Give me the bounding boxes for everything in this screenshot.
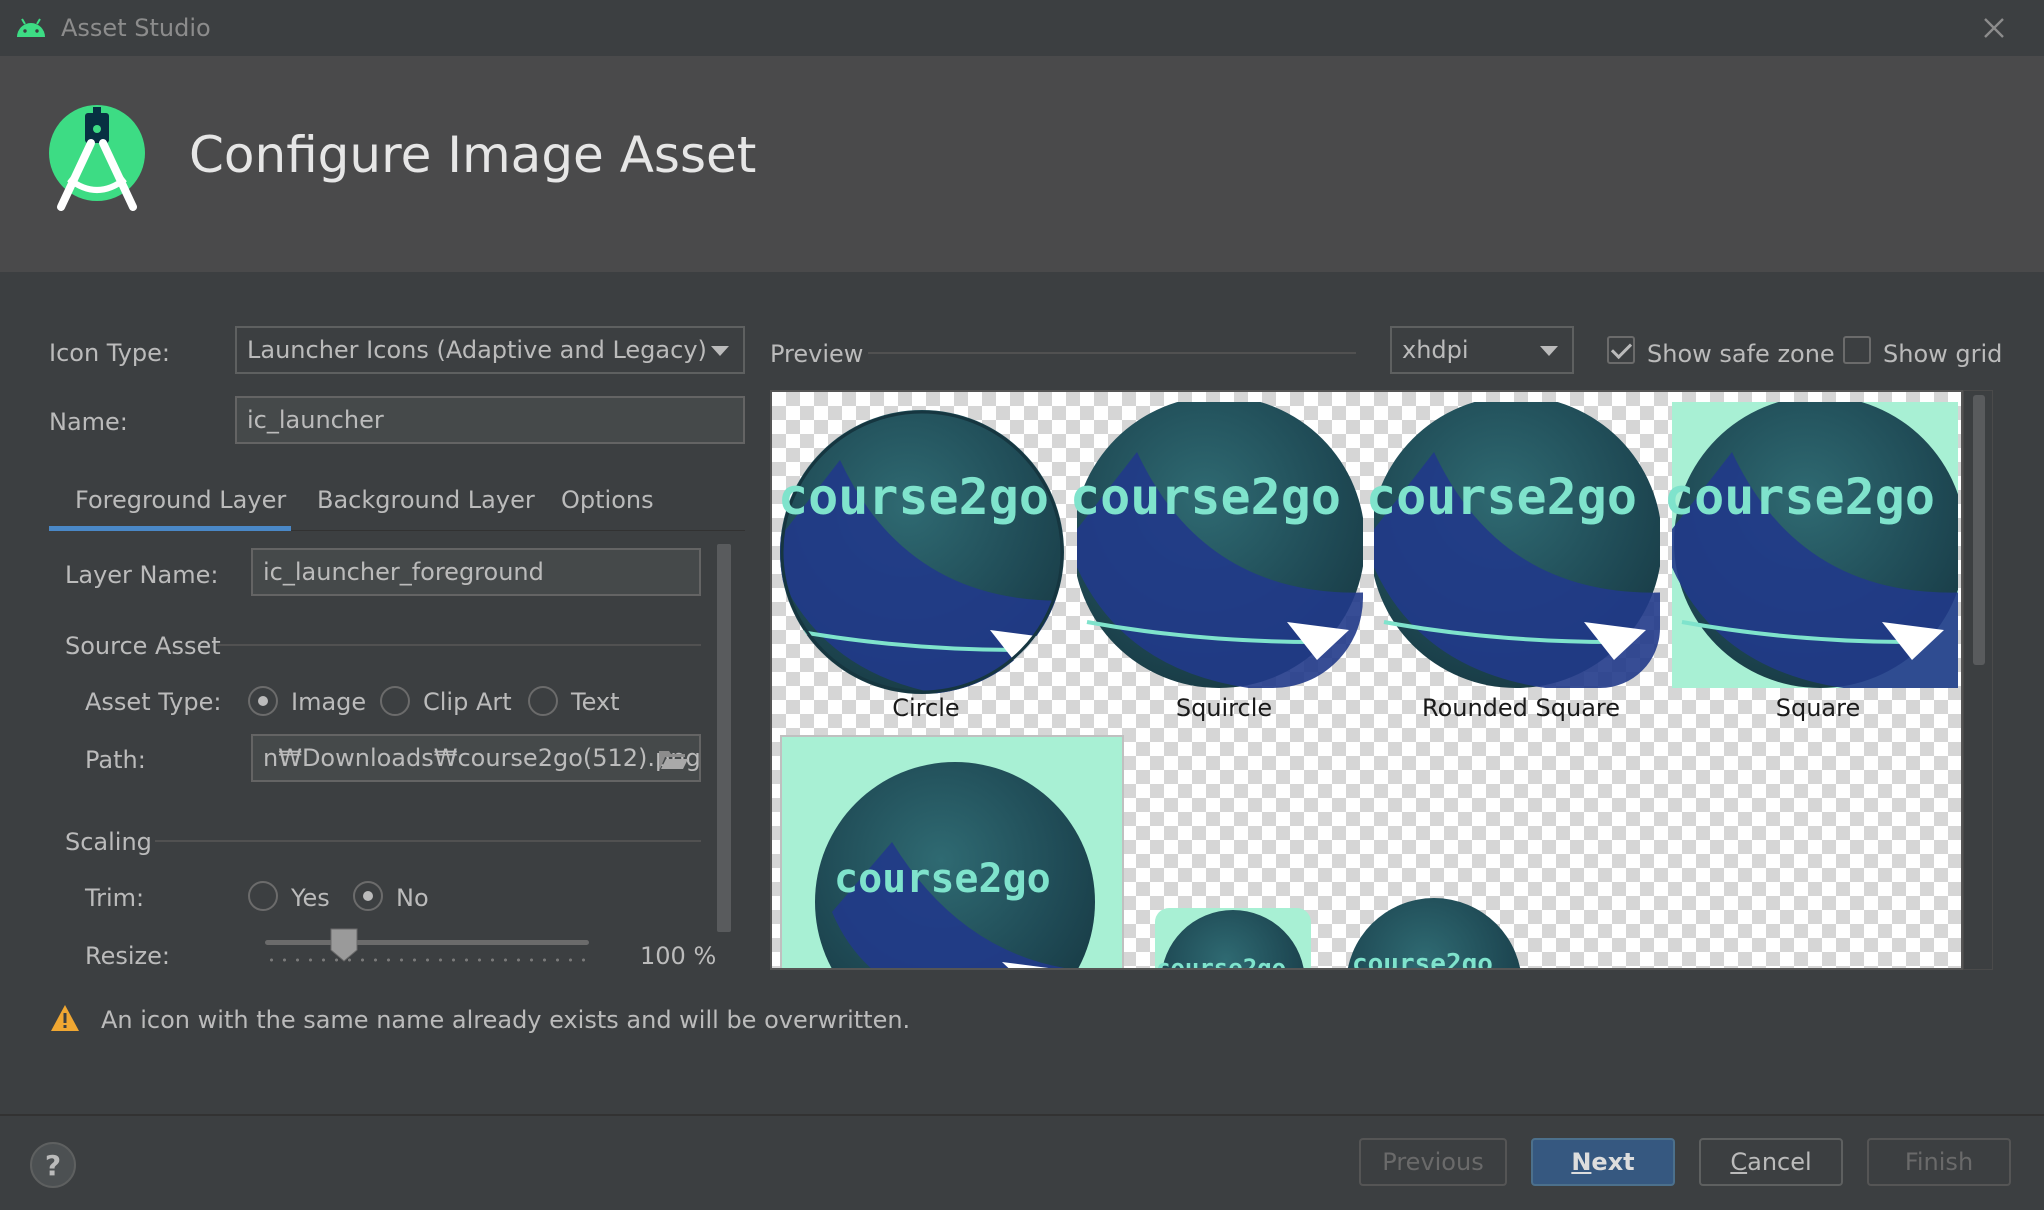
preview-scrollbar[interactable] bbox=[1963, 390, 1993, 970]
layer-panel-scrollbar[interactable] bbox=[717, 544, 731, 932]
cancel-mnemonic: C bbox=[1730, 1148, 1748, 1176]
rounded-square-icon-text: course2go bbox=[1366, 468, 1637, 526]
circle-icon-text: course2go bbox=[778, 468, 1049, 526]
asset-type-image-radio[interactable] bbox=[248, 686, 278, 716]
previous-button[interactable]: Previous bbox=[1359, 1138, 1507, 1186]
cancel-label-rest: ancel bbox=[1747, 1148, 1812, 1176]
name-value: ic_launcher bbox=[247, 406, 384, 434]
preview-separator bbox=[868, 352, 1356, 354]
source-asset-separator bbox=[217, 644, 701, 646]
warning-message: An icon with the same name already exist… bbox=[101, 1006, 911, 1034]
window-title: Asset Studio bbox=[61, 14, 211, 42]
preview-scrollbar-thumb[interactable] bbox=[1973, 395, 1985, 665]
cancel-button[interactable]: Cancel bbox=[1699, 1138, 1843, 1186]
next-button[interactable]: Next bbox=[1531, 1138, 1675, 1186]
title-bar: Asset Studio bbox=[0, 0, 2044, 56]
rounded-square-preview-icon bbox=[1374, 402, 1660, 688]
tab-foreground-layer[interactable]: Foreground Layer bbox=[75, 486, 286, 514]
icon-type-value: Launcher Icons (Adaptive and Legacy) bbox=[247, 336, 707, 364]
trim-no-label: No bbox=[396, 884, 429, 912]
android-icon bbox=[17, 18, 45, 37]
tab-selected-indicator bbox=[49, 526, 291, 531]
density-value: xhdpi bbox=[1402, 336, 1469, 364]
resize-slider-ticks bbox=[265, 958, 589, 962]
next-mnemonic: N bbox=[1571, 1148, 1592, 1176]
shape-label-squircle: Squircle bbox=[1175, 694, 1273, 722]
asset-type-text-radio[interactable] bbox=[528, 686, 558, 716]
preview-label: Preview bbox=[770, 340, 864, 368]
square-preview-icon bbox=[1672, 402, 1958, 688]
layer-name-value: ic_launcher_foreground bbox=[263, 558, 544, 586]
asset-type-text-label: Text bbox=[571, 688, 620, 716]
circle-preview-icon bbox=[780, 410, 1064, 694]
next-label-rest: ext bbox=[1591, 1148, 1635, 1176]
footer-divider bbox=[0, 1114, 2044, 1116]
trim-no-radio[interactable] bbox=[353, 881, 383, 911]
page-title: Configure Image Asset bbox=[189, 126, 757, 184]
shape-label-circle: Circle bbox=[892, 694, 960, 722]
path-field[interactable]: n₩Downloads₩course2go(512).png bbox=[251, 734, 701, 782]
show-safe-zone-checkbox[interactable] bbox=[1607, 336, 1635, 364]
legacy-preview-icon bbox=[780, 735, 1124, 968]
path-label: Path: bbox=[85, 746, 146, 774]
trim-yes-label: Yes bbox=[291, 884, 330, 912]
name-field[interactable]: ic_launcher bbox=[235, 396, 745, 444]
icon-type-label: Icon Type: bbox=[49, 339, 171, 367]
trim-yes-radio[interactable] bbox=[248, 881, 278, 911]
square-icon-text: course2go bbox=[1664, 468, 1935, 526]
asset-type-clip-art-label: Clip Art bbox=[423, 688, 512, 716]
wizard-header: Configure Image Asset bbox=[0, 56, 2044, 272]
chevron-down-icon bbox=[1540, 346, 1558, 356]
small-square-icon-text: course2go bbox=[1156, 954, 1286, 970]
chevron-down-icon bbox=[711, 346, 729, 356]
close-icon[interactable] bbox=[1980, 14, 2008, 42]
panel-clip bbox=[40, 966, 750, 996]
trim-label: Trim: bbox=[85, 884, 145, 912]
scaling-heading: Scaling bbox=[65, 828, 152, 856]
shape-label-rounded-square: Rounded Square bbox=[1421, 694, 1621, 722]
resize-slider-thumb[interactable] bbox=[330, 928, 358, 962]
resize-slider-track[interactable] bbox=[265, 940, 589, 945]
help-button[interactable]: ? bbox=[30, 1142, 76, 1188]
show-grid-checkbox[interactable] bbox=[1843, 336, 1871, 364]
warning-icon bbox=[51, 1005, 79, 1031]
squircle-icon-text: course2go bbox=[1070, 468, 1341, 526]
squircle-preview-icon bbox=[1077, 402, 1363, 688]
android-studio-logo-icon bbox=[49, 105, 145, 211]
layer-name-label: Layer Name: bbox=[65, 561, 219, 589]
layer-name-field[interactable]: ic_launcher_foreground bbox=[251, 548, 701, 596]
show-safe-zone-label: Show safe zone bbox=[1647, 340, 1835, 368]
preview-canvas: course2go course2go course2go course2go … bbox=[770, 390, 1963, 970]
icon-type-dropdown[interactable]: Launcher Icons (Adaptive and Legacy) bbox=[235, 326, 745, 374]
asset-type-image-label: Image bbox=[291, 688, 367, 716]
asset-type-clip-art-radio[interactable] bbox=[380, 686, 410, 716]
tab-options[interactable]: Options bbox=[561, 486, 654, 514]
name-label: Name: bbox=[49, 408, 128, 436]
scaling-separator bbox=[155, 840, 701, 842]
preview-icons: course2go course2go course2go course2go … bbox=[778, 402, 1958, 970]
legacy-icon-text: course2go bbox=[834, 856, 1051, 902]
shape-label-square: Square bbox=[1775, 694, 1861, 722]
tab-background-layer[interactable]: Background Layer bbox=[317, 486, 535, 514]
show-grid-label: Show grid bbox=[1883, 340, 2003, 368]
finish-button[interactable]: Finish bbox=[1867, 1138, 2011, 1186]
small-circle-icon-text: course2go bbox=[1352, 949, 1493, 970]
path-value: n₩Downloads₩course2go(512).png bbox=[263, 744, 701, 772]
source-asset-heading: Source Asset bbox=[65, 632, 221, 660]
density-dropdown[interactable]: xhdpi bbox=[1390, 326, 1574, 374]
asset-type-label: Asset Type: bbox=[85, 688, 222, 716]
folder-open-icon[interactable] bbox=[657, 747, 689, 771]
